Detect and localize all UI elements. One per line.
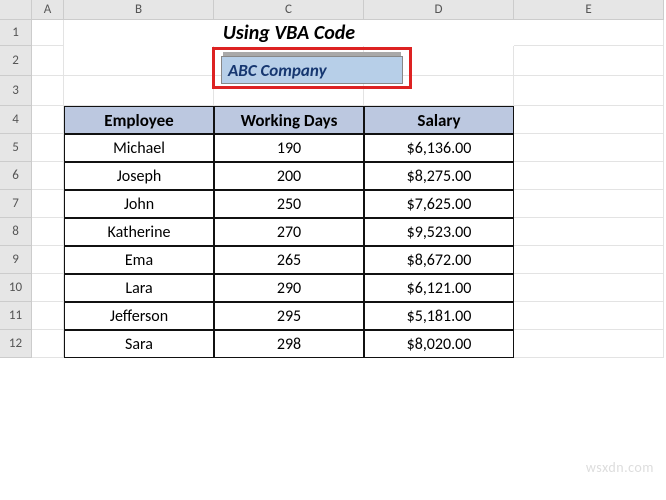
cell-employee[interactable]: John (64, 190, 214, 218)
row-header-10[interactable]: 10 (0, 274, 32, 302)
cell-e6[interactable] (514, 162, 664, 190)
cell-a2[interactable] (32, 46, 64, 76)
cell-e12[interactable] (514, 330, 664, 358)
row-header-1[interactable]: 1 (0, 20, 32, 46)
cell-workingdays[interactable]: 295 (214, 302, 364, 330)
cell-workingdays[interactable]: 200 (214, 162, 364, 190)
textbox-highlight: ABC Company (212, 47, 412, 89)
cell-a7[interactable] (32, 190, 64, 218)
row-header-9[interactable]: 9 (0, 246, 32, 274)
cell-e11[interactable] (514, 302, 664, 330)
cell-e9[interactable] (514, 246, 664, 274)
row-header-6[interactable]: 6 (0, 162, 32, 190)
col-header-d[interactable]: D (364, 0, 514, 20)
cell-a8[interactable] (32, 218, 64, 246)
cell-salary[interactable]: $6,121.00 (364, 274, 514, 302)
cell-employee[interactable]: Sara (64, 330, 214, 358)
spreadsheet: A B C D E 1 2 3 4 5 6 7 8 9 10 11 12 Usi… (0, 0, 666, 500)
column-headers: A B C D E (32, 0, 664, 20)
cell-a4[interactable] (32, 106, 64, 134)
cell-salary[interactable]: $5,181.00 (364, 302, 514, 330)
cell-salary[interactable]: $9,523.00 (364, 218, 514, 246)
cell-employee[interactable]: Lara (64, 274, 214, 302)
table-row: Sara 298 $8,020.00 (32, 330, 664, 358)
cell-a6[interactable] (32, 162, 64, 190)
row-header-2[interactable]: 2 (0, 46, 32, 76)
cell-employee[interactable]: Joseph (64, 162, 214, 190)
cell-employee[interactable]: Katherine (64, 218, 214, 246)
cell-a5[interactable] (32, 134, 64, 162)
table-header-employee[interactable]: Employee (64, 106, 214, 134)
row-header-7[interactable]: 7 (0, 190, 32, 218)
cell-employee[interactable]: Ema (64, 246, 214, 274)
row-headers: 1 2 3 4 5 6 7 8 9 10 11 12 (0, 20, 32, 358)
cell-e3[interactable] (514, 76, 664, 106)
table-row: John 250 $7,625.00 (32, 190, 664, 218)
cell-salary[interactable]: $8,275.00 (364, 162, 514, 190)
cell-a12[interactable] (32, 330, 64, 358)
cell-e7[interactable] (514, 190, 664, 218)
row-header-8[interactable]: 8 (0, 218, 32, 246)
row-header-12[interactable]: 12 (0, 330, 32, 358)
table-row: Katherine 270 $9,523.00 (32, 218, 664, 246)
cell-employee[interactable]: Michael (64, 134, 214, 162)
cell-a10[interactable] (32, 274, 64, 302)
cell-b2[interactable] (64, 46, 214, 76)
cell-employee[interactable]: Jefferson (64, 302, 214, 330)
cell-workingdays[interactable]: 265 (214, 246, 364, 274)
col-header-b[interactable]: B (64, 0, 214, 20)
cell-e5[interactable] (514, 134, 664, 162)
cell-workingdays[interactable]: 190 (214, 134, 364, 162)
company-textbox[interactable]: ABC Company (221, 56, 403, 84)
col-header-e[interactable]: E (514, 0, 664, 20)
cell-salary[interactable]: $7,625.00 (364, 190, 514, 218)
cell-workingdays[interactable]: 290 (214, 274, 364, 302)
row-header-5[interactable]: 5 (0, 134, 32, 162)
cell-a11[interactable] (32, 302, 64, 330)
row-header-11[interactable]: 11 (0, 302, 32, 330)
select-all-corner[interactable] (0, 0, 32, 20)
table-row: Michael 190 $6,136.00 (32, 134, 664, 162)
cell-a3[interactable] (32, 76, 64, 106)
cell-workingdays[interactable]: 250 (214, 190, 364, 218)
page-title[interactable]: Using VBA Code (64, 20, 514, 46)
table-header-workingdays[interactable]: Working Days (214, 106, 364, 134)
cell-e1[interactable] (514, 20, 664, 46)
cell-b3[interactable] (64, 76, 214, 106)
table-row: Jefferson 295 $5,181.00 (32, 302, 664, 330)
cell-workingdays[interactable]: 270 (214, 218, 364, 246)
table-row: Ema 265 $8,672.00 (32, 246, 664, 274)
table-header-salary[interactable]: Salary (364, 106, 514, 134)
col-header-c[interactable]: C (214, 0, 364, 20)
cell-e8[interactable] (514, 218, 664, 246)
cell-e10[interactable] (514, 274, 664, 302)
cell-workingdays[interactable]: 298 (214, 330, 364, 358)
col-header-a[interactable]: A (32, 0, 64, 20)
cell-salary[interactable]: $8,672.00 (364, 246, 514, 274)
row-header-3[interactable]: 3 (0, 76, 32, 106)
watermark: wsxdn.com (586, 459, 654, 476)
table-row: Joseph 200 $8,275.00 (32, 162, 664, 190)
cell-a9[interactable] (32, 246, 64, 274)
cell-a1[interactable] (32, 20, 64, 46)
table-row: Lara 290 $6,121.00 (32, 274, 664, 302)
row-header-4[interactable]: 4 (0, 106, 32, 134)
cell-salary[interactable]: $6,136.00 (364, 134, 514, 162)
cell-salary[interactable]: $8,020.00 (364, 330, 514, 358)
cell-e2[interactable] (514, 46, 664, 76)
cell-e4[interactable] (514, 106, 664, 134)
